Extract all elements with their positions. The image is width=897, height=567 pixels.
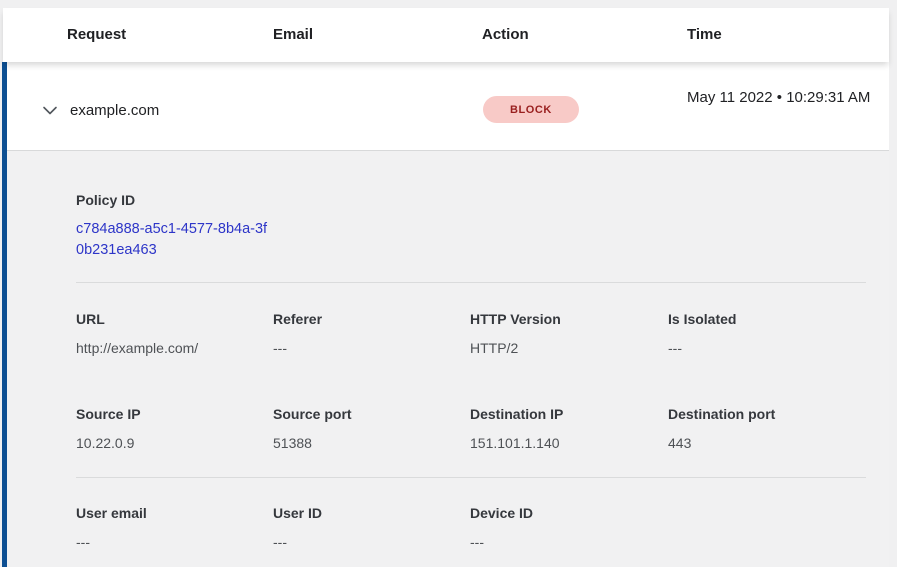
field-destination-ip: Destination IP 151.101.1.140 (470, 404, 662, 453)
log-details-panel: Policy ID c784a888-a5c1-4577-8b4a-3f0b23… (7, 151, 889, 567)
field-referer: Referer --- (273, 309, 465, 358)
expanded-row-accent-border (2, 62, 7, 567)
action-badge: BLOCK (483, 96, 579, 123)
field-value: 151.101.1.140 (470, 433, 662, 453)
field-label: Policy ID (76, 190, 276, 210)
table-header: Request Email Action Time (3, 8, 889, 62)
field-value: 51388 (273, 433, 465, 453)
field-label: Destination IP (470, 404, 662, 424)
field-label: Is Isolated (668, 309, 860, 329)
log-table-row[interactable]: example.com BLOCK May 11 2022 • 10:29:31… (7, 62, 889, 151)
field-label: Device ID (470, 503, 662, 523)
field-label: URL (76, 309, 268, 329)
field-label: Referer (273, 309, 465, 329)
field-value: --- (76, 532, 268, 552)
field-value: 10.22.0.9 (76, 433, 268, 453)
field-value: HTTP/2 (470, 338, 662, 358)
field-user-id: User ID --- (273, 503, 465, 552)
section-divider (76, 477, 866, 478)
column-header-email: Email (273, 8, 313, 62)
collapse-row-button[interactable] (39, 100, 61, 122)
field-destination-port: Destination port 443 (668, 404, 860, 453)
field-value: http://example.com/ (76, 338, 268, 358)
column-header-request: Request (67, 8, 126, 62)
section-divider (76, 282, 866, 283)
field-label: Source port (273, 404, 465, 424)
field-value: --- (273, 338, 465, 358)
field-url: URL http://example.com/ (76, 309, 268, 358)
field-value: --- (470, 532, 662, 552)
column-header-time: Time (687, 8, 722, 62)
field-label: HTTP Version (470, 309, 662, 329)
time-cell: May 11 2022 • 10:29:31 AM (687, 86, 879, 110)
field-source-port: Source port 51388 (273, 404, 465, 453)
field-label: User email (76, 503, 268, 523)
field-label: Destination port (668, 404, 860, 424)
field-is-isolated: Is Isolated --- (668, 309, 860, 358)
gateway-log-screen: Request Email Action Time example.com BL… (0, 0, 897, 567)
request-cell: example.com (70, 100, 159, 122)
field-value: 443 (668, 433, 860, 453)
field-device-id: Device ID --- (470, 503, 662, 552)
field-label: Source IP (76, 404, 268, 424)
field-user-email: User email --- (76, 503, 268, 552)
field-policy-id: Policy ID c784a888-a5c1-4577-8b4a-3f0b23… (76, 190, 276, 261)
column-header-action: Action (482, 8, 529, 62)
field-http-version: HTTP Version HTTP/2 (470, 309, 662, 358)
chevron-down-icon (42, 105, 58, 117)
field-value: --- (668, 338, 860, 358)
policy-id-link[interactable]: c784a888-a5c1-4577-8b4a-3f0b231ea463 (76, 219, 272, 261)
field-value: --- (273, 532, 465, 552)
field-source-ip: Source IP 10.22.0.9 (76, 404, 268, 453)
field-label: User ID (273, 503, 465, 523)
